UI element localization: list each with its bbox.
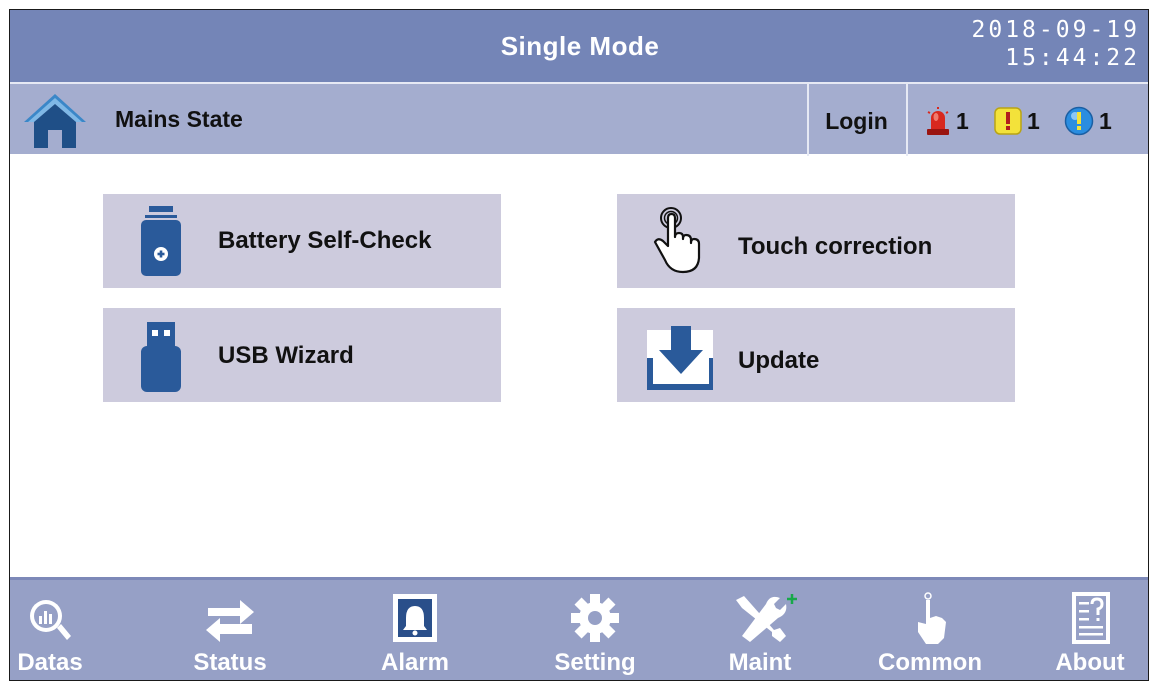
- nav-common[interactable]: Common: [870, 580, 990, 680]
- info-count: 1: [1099, 107, 1112, 134]
- usb-wizard-label: USB Wizard: [218, 342, 354, 369]
- nav-setting-label: Setting: [554, 649, 636, 676]
- nav-status[interactable]: Status: [180, 580, 280, 680]
- login-button[interactable]: Login: [809, 84, 904, 156]
- critical-alarm-count: 1: [956, 107, 969, 134]
- nav-about[interactable]: About: [1040, 580, 1140, 680]
- nav-alarm-label: Alarm: [380, 649, 450, 676]
- magnifier-chart-icon: [30, 600, 71, 640]
- red-alarm-light-icon: [927, 107, 949, 135]
- date-text: 2018-09-19: [971, 17, 1140, 43]
- warning-count: 1: [1027, 107, 1040, 134]
- yellow-warning-icon: [994, 107, 1022, 135]
- info-indicator[interactable]: 1: [1064, 104, 1112, 138]
- critical-alarm-indicator[interactable]: 1: [925, 104, 969, 138]
- help-document-icon: [1072, 592, 1110, 644]
- status-bar: Mains State Login 1 1 1: [10, 82, 1148, 156]
- nav-setting[interactable]: Setting: [535, 580, 655, 680]
- touch-hand-icon: [653, 207, 701, 274]
- home-button[interactable]: [22, 92, 88, 148]
- nav-maint-label: Maint: [728, 649, 792, 676]
- nav-datas[interactable]: Datas: [10, 580, 90, 680]
- usb-wizard-button[interactable]: USB Wizard: [103, 308, 501, 402]
- tools-icon: [736, 594, 797, 642]
- warning-indicator[interactable]: 1: [994, 104, 1040, 138]
- swap-arrows-icon: [206, 600, 254, 642]
- update-button[interactable]: Update: [617, 308, 1015, 402]
- home-icon: [24, 94, 86, 148]
- nav-common-label: Common: [878, 649, 982, 676]
- nav-datas-label: Datas: [17, 649, 83, 676]
- bottom-nav: Datas Status Alarm Setting Maint Common …: [10, 577, 1148, 680]
- battery-icon: [141, 206, 181, 276]
- ups-screen: Single Mode 2018-09-19 15:44:22 Mains St…: [9, 9, 1149, 681]
- download-icon: [647, 326, 713, 390]
- gear-icon: [571, 594, 619, 642]
- usb-icon: [141, 322, 181, 392]
- bell-icon: [393, 594, 437, 642]
- touch-correction-label: Touch correction: [738, 233, 933, 260]
- battery-self-check-label: Battery Self-Check: [218, 227, 432, 254]
- system-state: Mains State: [115, 106, 243, 132]
- blue-info-icon: [1064, 106, 1094, 136]
- pointer-hand-icon: [918, 592, 946, 644]
- nav-alarm[interactable]: Alarm: [365, 580, 465, 680]
- datetime: 2018-09-19 15:44:22: [972, 16, 1140, 72]
- touch-correction-button[interactable]: Touch correction: [617, 194, 1015, 288]
- nav-status-label: Status: [193, 649, 267, 676]
- battery-self-check-button[interactable]: Battery Self-Check: [103, 194, 501, 288]
- update-label: Update: [738, 347, 820, 374]
- title-bar: Single Mode 2018-09-19 15:44:22: [10, 10, 1148, 82]
- nav-maint[interactable]: Maint: [705, 580, 815, 680]
- nav-about-label: About: [1055, 649, 1125, 676]
- divider: [906, 84, 908, 156]
- time-text: 15:44:22: [1005, 45, 1140, 71]
